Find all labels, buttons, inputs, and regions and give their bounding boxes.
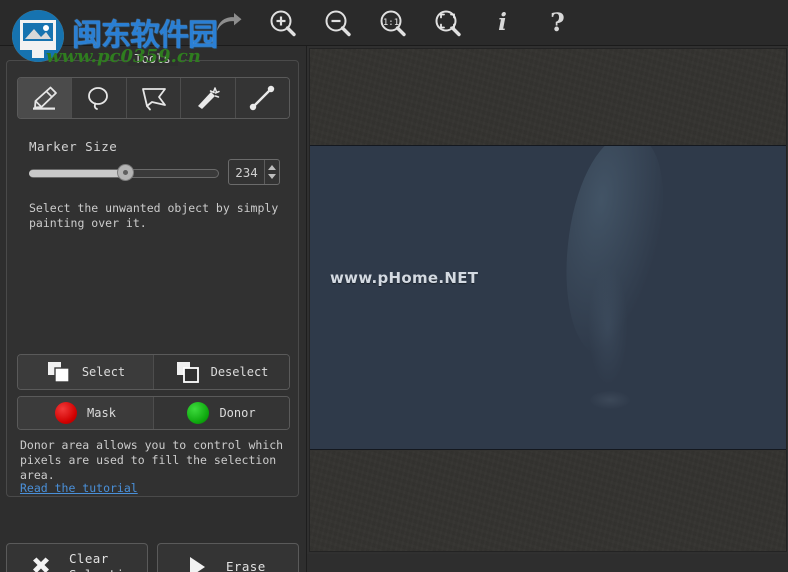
donor-hint-text: Donor area allows you to control which p… — [20, 438, 284, 482]
zoom-in-button[interactable] — [255, 0, 310, 46]
redo-button[interactable] — [200, 0, 255, 46]
marker-hint-text: Select the unwanted object by simply pai… — [29, 201, 279, 230]
slider-fill — [29, 170, 125, 177]
lasso-icon — [88, 87, 109, 110]
clear-selection-label: Clear Selection — [69, 551, 140, 572]
help-button[interactable]: ? — [530, 0, 585, 46]
mask-button[interactable]: Mask — [18, 397, 154, 429]
canvas-texture-bottom — [310, 451, 786, 551]
deselect-label: Deselect — [210, 365, 269, 379]
photo-overlay-watermark: www.pHome.NET — [330, 269, 479, 287]
loaded-photo[interactable]: www.pHome.NET — [310, 145, 786, 450]
deselect-button[interactable]: Deselect — [154, 355, 289, 389]
photo-highlight-shape-secondary — [588, 266, 628, 386]
app-window: 1:1 i ? 闽东软件园 www.pc0359.cn Tools Marker… — [0, 0, 788, 572]
help-icon: ? — [550, 8, 565, 37]
zoom-out-button[interactable] — [310, 0, 365, 46]
select-icon — [47, 362, 70, 383]
tools-group: Tools Marker Size 234 Select the unwante… — [6, 52, 299, 497]
polygon-lasso-tool-button[interactable] — [126, 78, 182, 118]
canvas-texture-top — [310, 49, 786, 145]
tool-button-row — [17, 77, 290, 119]
info-icon: i — [498, 9, 507, 36]
polygon-lasso-icon — [141, 88, 166, 111]
deselect-icon — [176, 362, 199, 383]
selection-mode-row: Select Deselect — [17, 354, 290, 390]
top-toolbar: 1:1 i ? — [0, 0, 788, 46]
marker-size-slider[interactable] — [29, 164, 219, 181]
marker-size-label: Marker Size — [29, 139, 118, 154]
donor-color-icon — [187, 402, 210, 424]
left-panel: Tools Marker Size 234 Select the unwante… — [0, 46, 306, 572]
marker-tool-button[interactable] — [18, 78, 73, 118]
play-triangle-icon — [190, 557, 205, 572]
close-x-icon — [33, 557, 49, 572]
marker-icon — [32, 86, 57, 110]
erase-button[interactable]: Erase — [157, 543, 299, 572]
magic-wand-tool-button[interactable] — [181, 78, 236, 118]
tools-group-legend: Tools — [127, 52, 178, 66]
svg-text:1:1: 1:1 — [382, 18, 398, 28]
erase-label: Erase — [226, 559, 266, 572]
canvas-footer-strip — [307, 554, 788, 572]
canvas-viewport[interactable]: www.pHome.NET — [309, 48, 787, 552]
magic-wand-icon — [197, 87, 220, 109]
marker-size-value[interactable]: 234 — [229, 160, 264, 184]
stepper-down-icon[interactable] — [268, 174, 276, 179]
photo-smudge-shape — [590, 391, 630, 409]
donor-button[interactable]: Donor — [154, 397, 289, 429]
donor-label: Donor — [219, 406, 256, 420]
select-label: Select — [81, 365, 126, 379]
select-button[interactable]: Select — [18, 355, 154, 389]
mask-label: Mask — [87, 406, 116, 420]
clear-selection-button[interactable]: Clear Selection — [6, 543, 148, 572]
stepper-arrows — [264, 160, 279, 184]
line-icon — [250, 85, 275, 111]
zoom-fit-button[interactable] — [420, 0, 475, 46]
stepper-up-icon[interactable] — [268, 165, 276, 170]
line-tool-button[interactable] — [235, 78, 289, 118]
zoom-actual-size-button[interactable]: 1:1 — [365, 0, 420, 46]
marker-size-stepper[interactable]: 234 — [228, 159, 280, 185]
image-canvas-area[interactable]: www.pHome.NET — [306, 46, 788, 572]
info-button[interactable]: i — [475, 0, 530, 46]
mask-donor-row: Mask Donor — [17, 396, 290, 430]
lasso-tool-button[interactable] — [72, 78, 127, 118]
read-tutorial-link[interactable]: Read the tutorial — [20, 481, 138, 495]
slider-thumb[interactable] — [117, 164, 134, 181]
toolbar-logo-slot — [0, 0, 200, 46]
mask-color-icon — [55, 402, 78, 424]
